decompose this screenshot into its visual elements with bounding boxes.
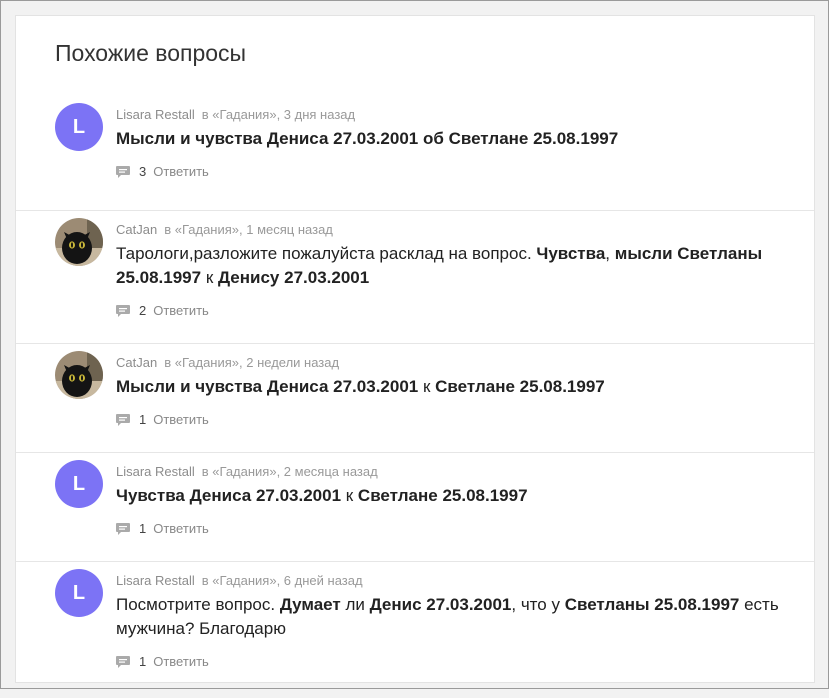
reply-button[interactable]: Ответить: [153, 654, 209, 669]
question-meta: CatJan в «Гадания», 1 месяц назад: [116, 222, 333, 237]
question-text-segment: ли: [340, 595, 370, 614]
category-and-time: в «Гадания», 2 недели назад: [164, 355, 340, 370]
question-title-link[interactable]: Мысли и чувства Дениса 27.03.2001 к Свет…: [116, 375, 796, 399]
question-text-segment: Чувства: [536, 244, 606, 263]
question-text-segment: Чувства Дениса 27.03.2001: [116, 486, 342, 505]
question-title-link[interactable]: Мысли и чувства Дениса 27.03.2001 об Све…: [116, 127, 796, 151]
questions-list: L Lisara Restall в «Гадания», 3 дня назад М…: [16, 96, 814, 698]
category-and-time: в «Гадания», 3 дня назад: [201, 107, 356, 122]
question-title-link[interactable]: Чувства Дениса 27.03.2001 к Светлане 25.…: [116, 484, 796, 508]
question-text-segment: Светланы 25.08.1997: [564, 595, 740, 614]
question-item[interactable]: CatJan в «Гадания», 1 месяц назад Тарологи…: [16, 211, 814, 344]
question-text-segment: к: [341, 486, 358, 505]
question-text-segment: к: [201, 268, 218, 287]
black-cat-photo: [55, 218, 103, 266]
question-footer: 1 Ответить: [116, 412, 209, 427]
comment-icon: [116, 522, 130, 535]
answers-count: 1: [139, 521, 147, 536]
window-frame: Похожие вопросы L Lisara Restall в «Гадани…: [0, 0, 829, 689]
author-link[interactable]: CatJan: [116, 355, 157, 370]
question-text-segment: к: [418, 377, 436, 396]
category-and-time: в «Гадания», 2 месяца назад: [201, 464, 378, 479]
reply-button[interactable]: Ответить: [153, 412, 209, 427]
question-footer: 1 Ответить: [116, 654, 209, 669]
question-item[interactable]: CatJan в «Гадания», 2 недели назад Мысли и…: [16, 344, 814, 453]
question-text-segment: Тарологи,разложите пожалуйста расклад на…: [116, 244, 537, 263]
question-title-link[interactable]: Посмотрите вопрос. Думает ли Денис 27.03…: [116, 593, 796, 641]
question-text-segment: Светлане 25.08.1997: [435, 377, 605, 396]
avatar[interactable]: [55, 351, 103, 399]
comment-icon: [116, 304, 130, 317]
answers-count: 2: [139, 303, 147, 318]
question-item[interactable]: L Lisara Restall в «Гадания», 3 дня назад М…: [16, 96, 814, 211]
author-link[interactable]: CatJan: [116, 222, 157, 237]
comment-icon: [116, 413, 130, 426]
question-item[interactable]: L Lisara Restall в «Гадания», 6 дней назад…: [16, 562, 814, 698]
question-text-segment: Денису 27.03.2001: [217, 268, 370, 287]
question-text-segment: Мысли и чувства Дениса 27.03.2001 об Све…: [116, 129, 619, 148]
section-title: Похожие вопросы: [55, 40, 247, 66]
author-link[interactable]: Lisara Restall: [116, 107, 195, 122]
question-text-segment: ,: [605, 244, 615, 263]
question-text-segment: Думает: [279, 595, 341, 614]
question-text-segment: Денис 27.03.2001: [369, 595, 512, 614]
question-footer: 1 Ответить: [116, 521, 209, 536]
reply-button[interactable]: Ответить: [153, 303, 209, 318]
avatar[interactable]: L: [55, 103, 103, 151]
question-item[interactable]: L Lisara Restall в «Гадания», 2 месяца наз…: [16, 453, 814, 562]
black-cat-photo: [55, 351, 103, 399]
avatar[interactable]: L: [55, 460, 103, 508]
category-and-time: в «Гадания», 6 дней назад: [201, 573, 363, 588]
comment-icon: [116, 165, 130, 178]
question-text-segment: Мысли и чувства Дениса 27.03.2001: [116, 377, 419, 396]
question-meta: Lisara Restall в «Гадания», 3 дня назад: [116, 107, 355, 122]
similar-questions-card: Похожие вопросы L Lisara Restall в «Гадани…: [15, 15, 815, 683]
question-meta: CatJan в «Гадания», 2 недели назад: [116, 355, 339, 370]
avatar[interactable]: L: [55, 569, 103, 617]
reply-button[interactable]: Ответить: [153, 164, 209, 179]
question-footer: 2 Ответить: [116, 303, 209, 318]
answers-count: 1: [139, 654, 147, 669]
question-meta: Lisara Restall в «Гадания», 6 дней назад: [116, 573, 363, 588]
question-text-segment: , что у: [511, 595, 565, 614]
reply-button[interactable]: Ответить: [153, 521, 209, 536]
author-link[interactable]: Lisara Restall: [116, 464, 195, 479]
question-footer: 3 Ответить: [116, 164, 209, 179]
category-and-time: в «Гадания», 1 месяц назад: [164, 222, 333, 237]
answers-count: 1: [139, 412, 147, 427]
comment-icon: [116, 655, 130, 668]
answers-count: 3: [139, 164, 147, 179]
avatar[interactable]: [55, 218, 103, 266]
author-link[interactable]: Lisara Restall: [116, 573, 195, 588]
question-text-segment: Светлане 25.08.1997: [357, 486, 528, 505]
question-text-segment: Посмотрите вопрос.: [116, 595, 280, 614]
question-title-link[interactable]: Тарологи,разложите пожалуйста расклад на…: [116, 242, 796, 290]
question-meta: Lisara Restall в «Гадания», 2 месяца наза…: [116, 464, 378, 479]
